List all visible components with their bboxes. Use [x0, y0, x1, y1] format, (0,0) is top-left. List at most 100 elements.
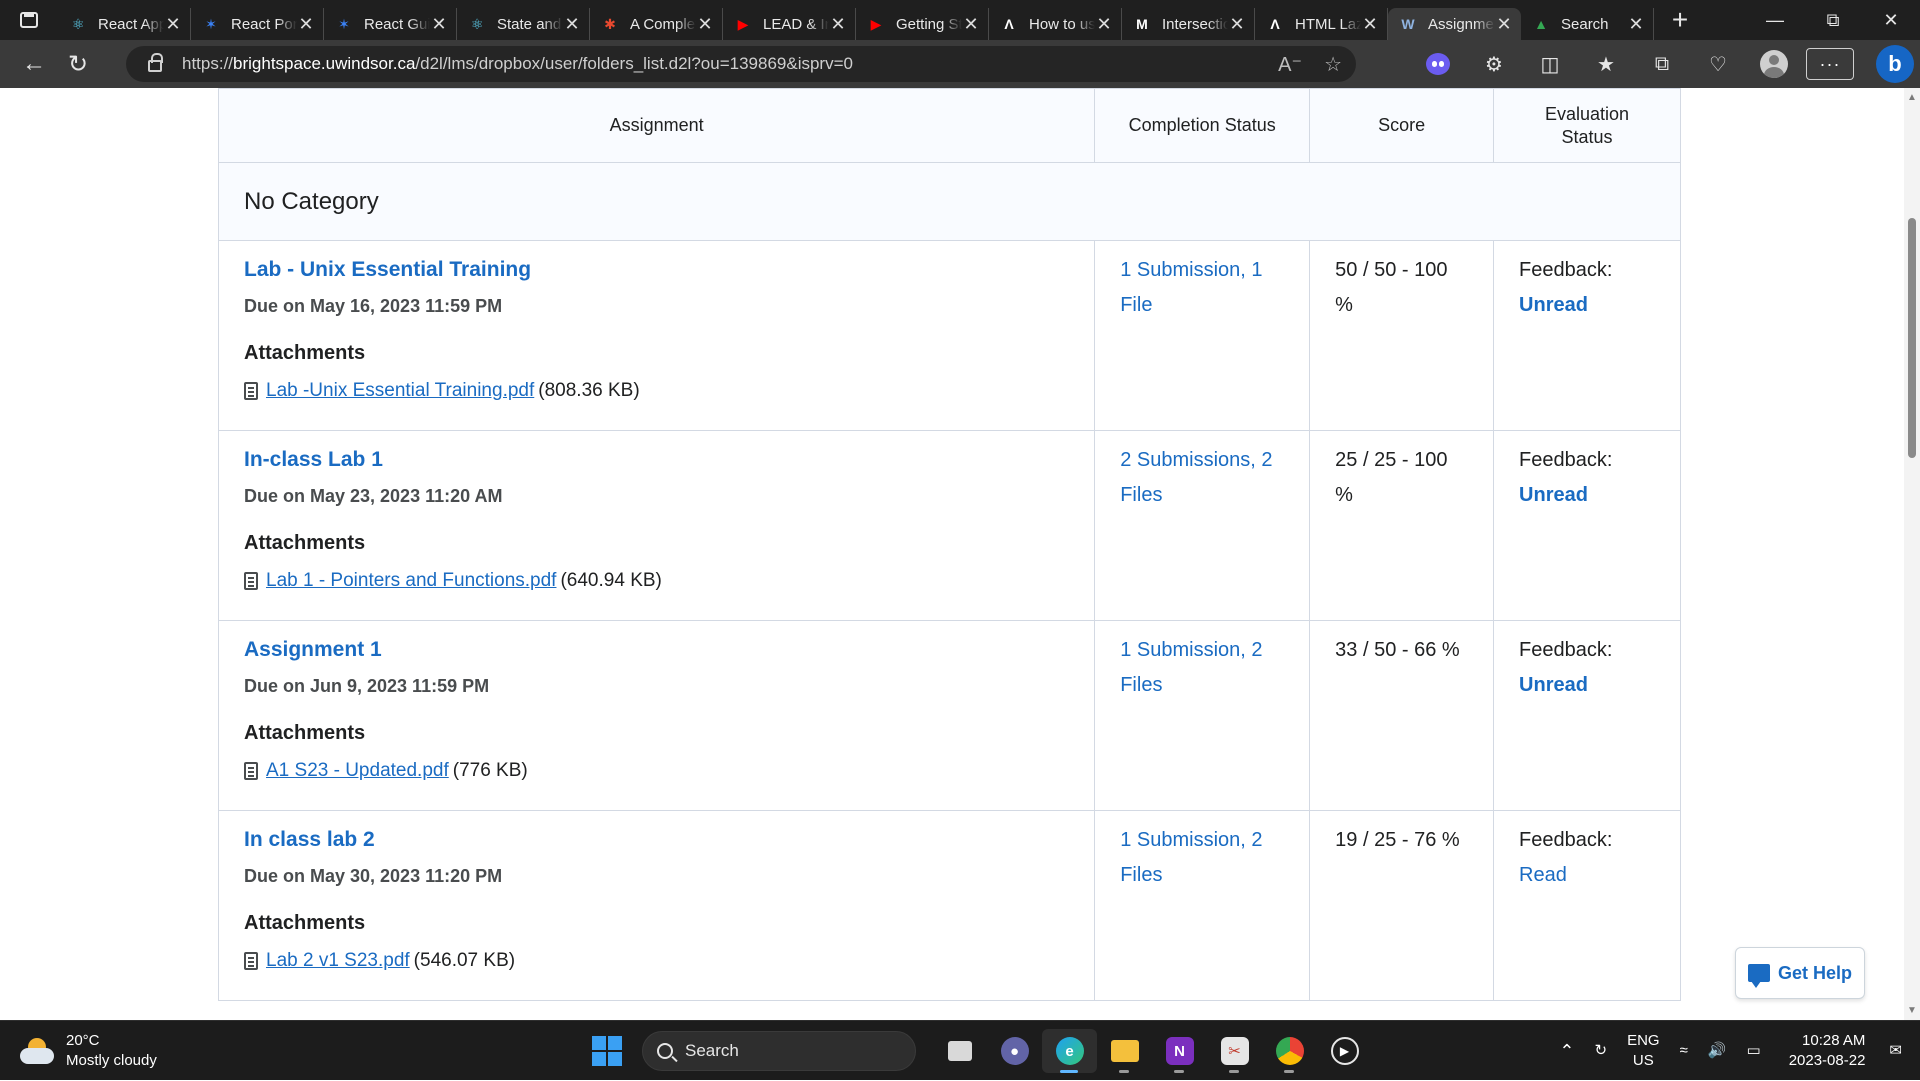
assignment-title-link[interactable]: Lab - Unix Essential Training [244, 257, 1069, 283]
browser-tab[interactable]: ✶ React Portfolio✕ [191, 8, 324, 40]
chevron-up-icon[interactable]: ⌃ [1559, 1041, 1574, 1061]
header-score[interactable]: Score [1309, 88, 1495, 163]
sync-icon[interactable]: ↻ [1594, 1041, 1607, 1061]
copilot-icon [1426, 53, 1450, 75]
browser-tab[interactable]: W Assignments✕ [1388, 8, 1521, 40]
split-screen-button[interactable]: ◫ [1522, 40, 1578, 88]
address-bar[interactable]: https://brightspace.uwindsor.ca/d2l/lms/… [126, 46, 1356, 82]
file-explorer-button[interactable] [1097, 1029, 1152, 1073]
close-tab-icon[interactable]: ✕ [829, 14, 847, 35]
close-tab-icon[interactable]: ✕ [696, 14, 714, 35]
close-tab-icon[interactable]: ✕ [1495, 14, 1513, 35]
browser-tab[interactable]: M Intersection Observer✕ [1122, 8, 1255, 40]
onenote-button[interactable]: N [1152, 1029, 1207, 1073]
edge-taskbar-button[interactable]: e [1042, 1029, 1097, 1073]
submissions-link[interactable]: 1 Submission, 2 Files [1120, 823, 1284, 893]
attachment-link[interactable]: A1 S23 - Updated.pdf [266, 760, 449, 782]
tab-actions-button[interactable] [0, 0, 58, 40]
feedback-status-link[interactable]: Unread [1519, 484, 1588, 506]
favorites-button[interactable]: ★ [1578, 40, 1634, 88]
feedback-label: Feedback: [1519, 639, 1613, 661]
clock-time: 10:28 AM [1802, 1032, 1866, 1049]
close-tab-icon[interactable]: ✕ [430, 14, 448, 35]
close-tab-icon[interactable]: ✕ [1361, 14, 1379, 35]
back-button[interactable]: ← [12, 44, 56, 84]
avatar-icon [1760, 50, 1788, 78]
clock[interactable]: 10:28 AM 2023-08-22 [1789, 1031, 1866, 1071]
volume-icon[interactable]: 🔊 [1708, 1041, 1727, 1061]
task-view-button[interactable] [932, 1029, 987, 1073]
score-value: 25 / 25 - 100 [1335, 449, 1448, 471]
scroll-down-icon[interactable]: ▼ [1907, 1005, 1917, 1016]
tab-title: How to use [1029, 15, 1095, 33]
notifications-icon[interactable]: ✉ [1889, 1041, 1902, 1061]
taskbar-search[interactable]: Search [642, 1031, 916, 1071]
header-evaluation-status[interactable]: Evaluation Status [1493, 88, 1681, 163]
assignment-title-link[interactable]: In-class Lab 1 [244, 447, 1069, 473]
start-button[interactable] [592, 1036, 622, 1066]
battery-icon[interactable]: ▭ [1747, 1041, 1761, 1061]
tab-title: LEAD & Inspire [763, 15, 829, 33]
close-tab-icon[interactable]: ✕ [1627, 14, 1645, 35]
header-completion-status[interactable]: Completion Status [1094, 88, 1311, 163]
read-aloud-icon[interactable]: A⁻ [1278, 52, 1302, 77]
settings-more-button[interactable]: ··· [1802, 40, 1858, 88]
system-tray: ⌃ ↻ ENG US ≈ 🔊 ▭ 10:28 AM 2023-08-22 ✉ [1549, 1021, 1920, 1081]
get-help-button[interactable]: Get Help [1735, 947, 1865, 999]
submissions-link[interactable]: 1 Submission, 2 Files [1120, 633, 1284, 703]
attachment-link[interactable]: Lab 2 v1 S23.pdf [266, 950, 410, 972]
scroll-up-icon[interactable]: ▲ [1907, 92, 1917, 103]
header-assignment[interactable]: Assignment [217, 88, 1096, 163]
chat-icon [1747, 964, 1770, 988]
copilot-extension-button[interactable] [1410, 40, 1466, 88]
collections-button[interactable]: ⧉ [1634, 40, 1690, 88]
browser-tab[interactable]: ⚛ State and Lifecycle✕ [457, 8, 590, 40]
close-window-button[interactable]: ✕ [1862, 0, 1920, 40]
browser-tab[interactable]: ✱ A Complete Guide✕ [590, 8, 723, 40]
browser-tab[interactable]: ✶ React Guide✕ [324, 8, 457, 40]
browser-tab[interactable]: ⚛ React App ✕ [58, 8, 191, 40]
language-indicator[interactable]: ENG US [1627, 1031, 1660, 1071]
minimize-button[interactable]: — [1746, 0, 1804, 40]
close-tab-icon[interactable]: ✕ [164, 14, 182, 35]
assignment-title-link[interactable]: Assignment 1 [244, 637, 1069, 663]
close-tab-icon[interactable]: ✕ [1095, 14, 1113, 35]
extensions-button[interactable]: ⚙ [1466, 40, 1522, 88]
page-scrollbar[interactable]: ▲ ▼ [1904, 88, 1920, 1020]
wifi-icon[interactable]: ≈ [1680, 1041, 1688, 1061]
refresh-button[interactable]: ↻ [56, 44, 100, 84]
bing-chat-button[interactable]: b [1876, 45, 1914, 83]
scrollbar-thumb[interactable] [1908, 218, 1916, 458]
favorites-icon: ★ [1597, 53, 1615, 76]
feedback-status-link[interactable]: Read [1519, 864, 1567, 886]
browser-essentials-button[interactable]: ♡ [1690, 40, 1746, 88]
favorite-star-icon[interactable]: ☆ [1324, 52, 1342, 77]
attachment-link[interactable]: Lab 1 - Pointers and Functions.pdf [266, 570, 556, 592]
submissions-link[interactable]: 1 Submission, 1 File [1120, 253, 1284, 323]
score-percent: % [1335, 294, 1353, 316]
split-screen-icon: ◫ [1540, 53, 1560, 76]
feedback-status-link[interactable]: Unread [1519, 674, 1588, 696]
submissions-link[interactable]: 2 Submissions, 2 Files [1120, 443, 1284, 513]
profile-button[interactable] [1746, 40, 1802, 88]
close-tab-icon[interactable]: ✕ [297, 14, 315, 35]
browser-tab[interactable]: ▶ Getting Started✕ [856, 8, 989, 40]
assignment-title-link[interactable]: In class lab 2 [244, 827, 1069, 853]
browser-tab[interactable]: Λ How to use✕ [989, 8, 1122, 40]
react-icon: ⚛ [71, 15, 85, 32]
teams-chat-button[interactable]: ● [987, 1029, 1042, 1073]
attachment-link[interactable]: Lab -Unix Essential Training.pdf [266, 380, 534, 402]
restore-button[interactable]: ⧉ [1804, 0, 1862, 40]
close-tab-icon[interactable]: ✕ [962, 14, 980, 35]
media-player-button[interactable]: ▶ [1317, 1029, 1372, 1073]
snipping-tool-button[interactable]: ✂ [1207, 1029, 1262, 1073]
close-tab-icon[interactable]: ✕ [563, 14, 581, 35]
browser-tab[interactable]: ▶ LEAD & Inspire✕ [723, 8, 856, 40]
new-tab-button[interactable]: + [1658, 4, 1702, 36]
weather-widget[interactable]: 20°C Mostly cloudy [20, 1031, 157, 1071]
chrome-button[interactable] [1262, 1029, 1317, 1073]
close-tab-icon[interactable]: ✕ [1228, 14, 1246, 35]
feedback-status-link[interactable]: Unread [1519, 294, 1588, 316]
browser-tab[interactable]: ▲ Search ✕ [1521, 8, 1654, 40]
browser-tab[interactable]: Λ HTML Lazy✕ [1255, 8, 1388, 40]
